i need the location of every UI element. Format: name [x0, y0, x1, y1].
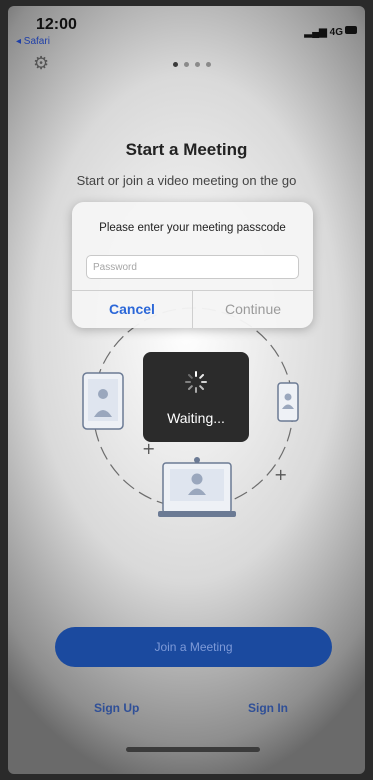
page-dot	[173, 62, 178, 67]
page-dot	[184, 62, 189, 67]
spinner-icon	[185, 371, 207, 393]
status-time: 12:00	[36, 16, 77, 33]
tablet-icon	[82, 372, 124, 430]
home-indicator[interactable]	[126, 747, 260, 752]
waiting-label: Waiting...	[167, 410, 225, 426]
page-subtitle: Start or join a video meeting on the go	[76, 173, 297, 188]
continue-button[interactable]: Continue	[193, 290, 313, 328]
sign-up-link[interactable]: Sign Up	[94, 701, 139, 715]
dialog-message: Please enter your meeting passcode	[99, 222, 286, 234]
page-dot	[206, 62, 211, 67]
waiting-overlay: Waiting...	[143, 352, 249, 442]
room-system-icon	[158, 457, 236, 517]
network-indicator: ▂▄▆ 4G	[304, 27, 343, 38]
phone-screen: 12:00 ◂ Safari ▂▄▆ 4G ⚙ Start a Meeting …	[8, 6, 365, 774]
cancel-button[interactable]: Cancel	[72, 290, 192, 328]
battery-icon	[345, 26, 357, 34]
page-title: Start a Meeting	[125, 140, 248, 159]
page-dot	[195, 62, 200, 67]
password-input[interactable]	[86, 255, 299, 279]
back-to-safari-link[interactable]: ◂ Safari	[16, 36, 50, 47]
gear-icon[interactable]: ⚙	[33, 54, 49, 72]
sign-in-link[interactable]: Sign In	[248, 701, 288, 715]
signal-icon: ▂▄▆	[304, 27, 330, 38]
join-meeting-button[interactable]: Join a Meeting	[55, 627, 332, 667]
passcode-dialog: Please enter your meeting passcode Cance…	[72, 202, 313, 328]
network-type: 4G	[329, 27, 343, 38]
page-indicator	[173, 62, 211, 67]
svg-text:+: +	[274, 465, 287, 484]
phone-device-icon	[277, 382, 299, 422]
